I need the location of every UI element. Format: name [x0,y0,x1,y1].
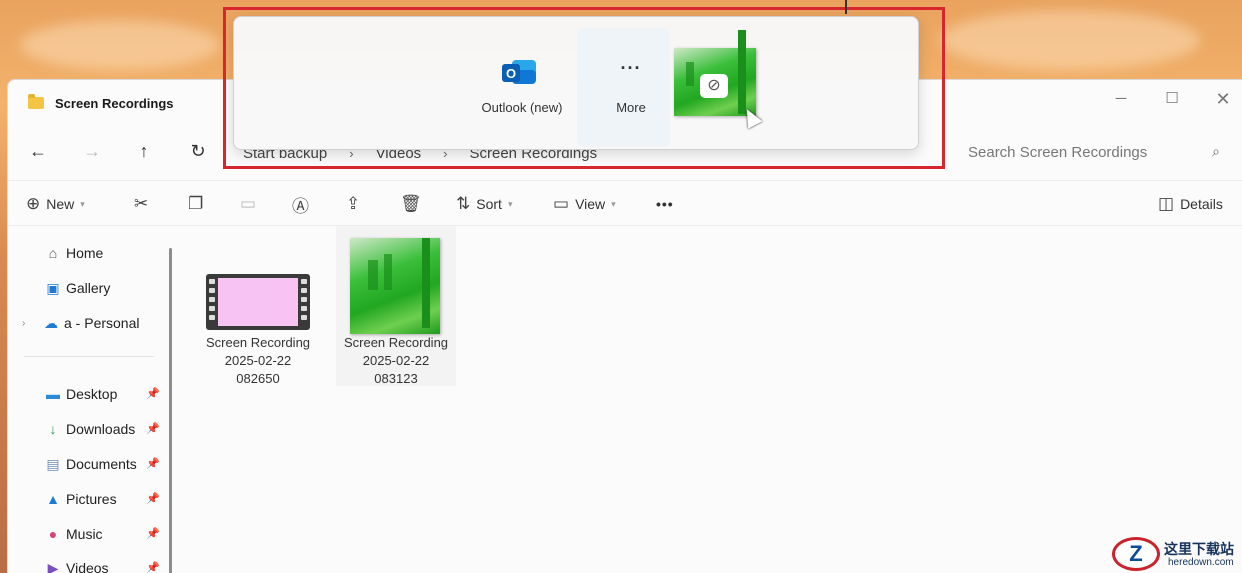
sidebar-item-documents[interactable]: ▤ Documents [44,452,137,476]
watermark-url: heredown.com [1168,557,1234,568]
minimize-icon[interactable]: ─ [1110,88,1132,110]
share-icon: ⇪ [346,194,361,213]
up-arrow-icon[interactable]: ↑ [132,139,156,163]
home-icon: ⌂ [48,245,58,261]
search-input[interactable]: Search Screen Recordings ⌕ [960,137,1230,169]
plus-circle-icon: ⊕ [26,194,41,213]
sidebar-item-label: Documents [66,456,137,472]
desktop-icon: ▬ [46,386,60,402]
watermark-title: 这里下载站 [1164,541,1234,557]
sort-icon: ⇅ [456,194,471,213]
videos-icon: ▶ [47,559,59,573]
gallery-icon: ▣ [46,279,60,296]
music-icon: ● [48,526,58,542]
close-icon[interactable]: ✕ [1212,88,1234,110]
sidebar-item-label: Gallery [66,280,111,296]
refresh-icon[interactable]: ↻ [186,139,210,163]
sidebar-item-downloads[interactable]: ↓ Downloads [44,417,136,441]
sidebar-item-label: Videos [66,560,109,573]
file-name: Screen Recording [343,335,449,350]
sidebar-item-videos[interactable]: ▶ Videos [44,556,109,573]
cloud-icon: ☁ [44,314,58,331]
watermark: Z 这里下载站 heredown.com [1108,535,1242,573]
sidebar-item-label: Music [66,526,103,542]
scrollbar[interactable] [169,248,172,573]
file-time: 082650 [236,371,280,386]
sidebar-item-label: Home [66,245,104,261]
video-thumbnail-icon [206,274,310,330]
more-options-button[interactable]: ••• [656,193,674,215]
window-title: Screen Recordings [55,96,174,111]
sidebar-item-label: Desktop [66,386,118,402]
pin-icon[interactable]: 📌 [146,527,160,540]
copy-button[interactable]: ❐ [188,193,203,215]
downloads-icon: ↓ [49,421,57,437]
rename-button[interactable]: Ⓐ [292,193,309,216]
file-date: 2025-02-22 [224,353,292,368]
pin-icon[interactable]: 📌 [146,422,160,435]
maximize-icon[interactable]: ☐ [1161,88,1183,110]
back-arrow-icon[interactable]: ← [26,139,50,163]
forward-arrow-icon[interactable]: → [80,139,104,163]
scissors-icon: ✂ [134,194,149,213]
pin-icon[interactable]: 📌 [146,457,160,470]
navigation-pane: ⌂ Home ▣ Gallery › ☁ a - Personal ▬ Desk… [8,226,178,573]
pictures-icon: ▲ [46,491,60,507]
watermark-logo: Z [1112,537,1160,571]
sidebar-item-home[interactable]: ⌂ Home [44,241,104,265]
view-icon: ▭ [553,194,570,213]
file-item[interactable]: Screen Recording 2025-02-22 082650 [198,226,318,386]
view-label: View [575,196,606,212]
background-cloud [940,10,1200,70]
chevron-down-icon: ▾ [611,198,616,209]
pin-icon[interactable]: 📌 [146,561,160,573]
search-placeholder: Search Screen Recordings [968,144,1148,161]
command-bar: ⊕ New ▾ ✂ ❐ ▭ Ⓐ ⇪ 🗑 ⇅ Sort ▾ ▭ View ▾ ••… [8,180,1242,226]
sort-label: Sort [476,196,502,212]
sidebar-item-label: Pictures [66,491,117,507]
highlight-box [223,7,945,169]
trash-icon: 🗑 [400,194,422,213]
cut-button[interactable]: ✂ [134,193,148,215]
sidebar-item-label: a - Personal [64,315,140,331]
new-button[interactable]: ⊕ New ▾ [26,193,85,215]
details-button[interactable]: ◫ Details [1158,193,1223,215]
background-cloud [20,20,220,70]
file-list: Screen Recording 2025-02-22 082650 Scree… [180,226,1242,573]
annotation-arrow [845,0,847,14]
rename-icon: Ⓐ [292,196,309,216]
paste-button[interactable]: ▭ [240,193,256,215]
delete-button[interactable]: 🗑 [400,193,422,215]
sort-button[interactable]: ⇅ Sort ▾ [456,193,512,215]
folder-icon [28,94,44,109]
details-label: Details [1180,196,1223,212]
documents-icon: ▤ [46,455,60,472]
share-button[interactable]: ⇪ [346,193,360,215]
chevron-down-icon: ▾ [80,198,85,209]
view-button[interactable]: ▭ View ▾ [553,193,616,215]
more-options-icon: ••• [656,196,674,212]
video-thumbnail-icon [350,238,440,334]
sidebar-item-pictures[interactable]: ▲ Pictures [44,487,117,511]
pin-icon[interactable]: 📌 [146,387,160,400]
pin-icon[interactable]: 📌 [146,492,160,505]
copy-icon: ❐ [188,194,204,213]
paste-icon: ▭ [240,194,257,213]
chevron-down-icon: ▾ [507,198,513,209]
divider [24,356,154,357]
file-item[interactable]: Screen Recording 2025-02-22 083123 [336,226,456,386]
sidebar-item-gallery[interactable]: ▣ Gallery [44,276,110,300]
file-name: Screen Recording [205,335,311,350]
sidebar-item-desktop[interactable]: ▬ Desktop [44,382,117,406]
sidebar-item-personal[interactable]: › ☁ a - Personal [22,311,139,335]
chevron-right-icon[interactable]: › [22,318,38,329]
sidebar-item-label: Downloads [66,421,136,437]
file-date: 2025-02-22 [362,353,430,368]
search-icon: ⌕ [1212,143,1220,159]
details-pane-icon: ◫ [1158,194,1175,213]
file-time: 083123 [374,371,418,386]
sidebar-item-music[interactable]: ● Music [44,522,103,546]
new-label: New [46,196,75,212]
